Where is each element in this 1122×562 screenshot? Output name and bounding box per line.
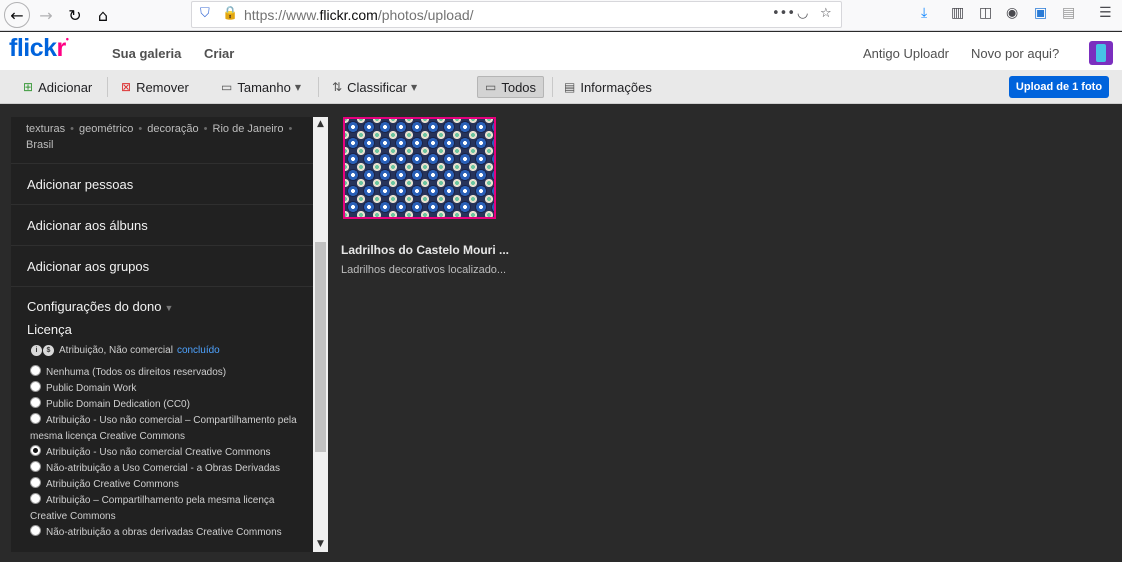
tag[interactable]: geométrico	[79, 123, 133, 135]
flickr-logo[interactable]: flickr•	[9, 34, 69, 63]
scroll-down-icon[interactable]: ▼	[313, 537, 328, 552]
size-dropdown[interactable]: ▭ Tamanho ▼	[221, 78, 301, 96]
new-here-link[interactable]: Novo por aqui?	[971, 46, 1059, 61]
forward-arrow-icon[interactable]: →	[33, 3, 59, 27]
reload-icon[interactable]: ↻	[62, 3, 88, 27]
download-icon[interactable]: ⤓	[921, 5, 927, 21]
photo-thumbnail[interactable]	[343, 117, 496, 219]
chevron-down-icon: ▼	[411, 82, 418, 92]
remove-photo-icon: ⊠	[121, 80, 132, 94]
license-option[interactable]: Não-atribuição a obras derivadas Creativ…	[30, 525, 310, 541]
tag[interactable]: texturas	[26, 123, 65, 135]
chevron-down-icon: ▼	[164, 303, 174, 313]
menu-icon[interactable]: ☰	[1099, 5, 1112, 21]
pocket-icon[interactable]: ◡	[797, 6, 808, 21]
license-option[interactable]: Public Domain Dedication (CC0)	[30, 397, 310, 413]
cc-by-icon: i	[31, 345, 42, 356]
sort-icon: ⇅	[332, 80, 343, 94]
license-option[interactable]: Public Domain Work	[30, 381, 310, 397]
size-icon: ▭	[221, 80, 233, 94]
add-albums-row[interactable]: Adicionar aos álbuns	[11, 204, 314, 245]
site-header: flickr• Sua galeria Criar Antigo Uploadr…	[0, 32, 1122, 70]
remove-button[interactable]: ⊠ Remover	[121, 78, 189, 96]
license-title: Licença	[27, 322, 72, 337]
photo-description[interactable]: Ladrilhos decorativos localizado...	[341, 264, 506, 276]
tag[interactable]: decoração	[147, 123, 198, 135]
shield-icon[interactable]: ⛉	[200, 6, 210, 21]
library-icon[interactable]: ▥	[951, 5, 964, 21]
tag[interactable]: Brasil	[26, 139, 54, 151]
nav-create[interactable]: Criar	[204, 46, 234, 61]
nav-your-gallery[interactable]: Sua galeria	[112, 46, 181, 61]
license-option[interactable]: Atribuição – Compartilhamento pela mesma…	[30, 493, 310, 525]
license-done-link[interactable]: concluído	[177, 345, 220, 356]
owner-settings-toggle[interactable]: Configurações do dono ▼	[27, 299, 173, 314]
address-bar[interactable]: ⛉ 🔒 https://www.flickr.com/photos/upload…	[191, 1, 842, 28]
back-arrow-icon[interactable]: ←	[4, 2, 30, 28]
select-all-button[interactable]: ▭ Todos	[477, 76, 545, 98]
uploader-toolbar: ⊞ Adicionar ⊠ Remover ▭ Tamanho ▼ ⇅ Classific…	[0, 70, 1122, 104]
license-option[interactable]: Nenhuma (Todos os direitos reservados)	[30, 365, 310, 381]
add-groups-row[interactable]: Adicionar aos grupos	[11, 245, 314, 286]
upload-button[interactable]: Upload de 1 foto	[1009, 76, 1109, 98]
bookmark-star-icon[interactable]: ☆	[820, 6, 832, 21]
sort-dropdown[interactable]: ⇅ Classificar ▼	[332, 78, 417, 96]
avatar[interactable]	[1089, 41, 1113, 65]
radio-button[interactable]	[30, 493, 41, 504]
home-icon[interactable]: ⌂	[90, 3, 116, 27]
info-panel-icon: ▤	[564, 80, 576, 94]
add-people-row[interactable]: Adicionar pessoas	[11, 163, 314, 204]
tag-list: texturas • geométrico • decoração • Rio de Jan…	[26, 123, 293, 151]
photo-title[interactable]: Ladrilhos do Castelo Mouri ...	[341, 243, 509, 257]
scroll-up-icon[interactable]: ▲	[313, 117, 328, 132]
reader-view-icon[interactable]: ▤	[1062, 5, 1075, 21]
lock-icon[interactable]: 🔒	[222, 6, 238, 21]
license-option-selected[interactable]: Atribuição - Uso não comercial Creative …	[30, 445, 310, 461]
radio-button[interactable]	[30, 365, 41, 376]
cc-nc-icon: $	[43, 345, 54, 356]
license-option[interactable]: Atribuição - Uso não comercial – Compart…	[30, 413, 310, 445]
radio-button[interactable]	[30, 381, 41, 392]
info-button[interactable]: ▤ Informações	[564, 78, 652, 96]
radio-button[interactable]	[30, 525, 41, 536]
old-uploadr-link[interactable]: Antigo Uploadr	[863, 46, 949, 61]
account-icon[interactable]: ◉	[1006, 5, 1018, 21]
screenshot-icon[interactable]: ▣	[1034, 5, 1047, 21]
tag[interactable]: Rio de Janeiro	[213, 123, 284, 135]
license-option[interactable]: Não-atribuição a Uso Comercial - a Obras…	[30, 461, 310, 477]
select-all-icon: ▭	[485, 80, 497, 94]
radio-button[interactable]	[30, 477, 41, 488]
radio-button-selected[interactable]	[30, 445, 41, 456]
current-license: i $ Atribuição, Não comercial concluído	[31, 345, 220, 356]
add-photo-icon: ⊞	[23, 80, 34, 94]
url-text[interactable]: https://www.flickr.com/photos/upload/	[244, 7, 474, 23]
radio-button[interactable]	[30, 461, 41, 472]
sidebar-scrollbar[interactable]: ▲ ▼	[313, 117, 328, 552]
more-actions-icon[interactable]: •••	[772, 6, 795, 21]
radio-button[interactable]	[30, 413, 41, 424]
browser-toolbar: ← → ↻ ⌂ ⛉ 🔒 https://www.flickr.com/photo…	[0, 0, 1122, 31]
license-option[interactable]: Atribuição Creative Commons	[30, 477, 310, 493]
sidebar-icon[interactable]: ◫	[979, 5, 992, 21]
radio-button[interactable]	[30, 397, 41, 408]
chevron-down-icon: ▼	[294, 82, 301, 92]
scrollbar-thumb[interactable]	[315, 242, 326, 452]
add-button[interactable]: ⊞ Adicionar	[23, 78, 92, 96]
edit-sidebar: texturas • geométrico • decoração • Rio de Jan…	[11, 117, 314, 552]
